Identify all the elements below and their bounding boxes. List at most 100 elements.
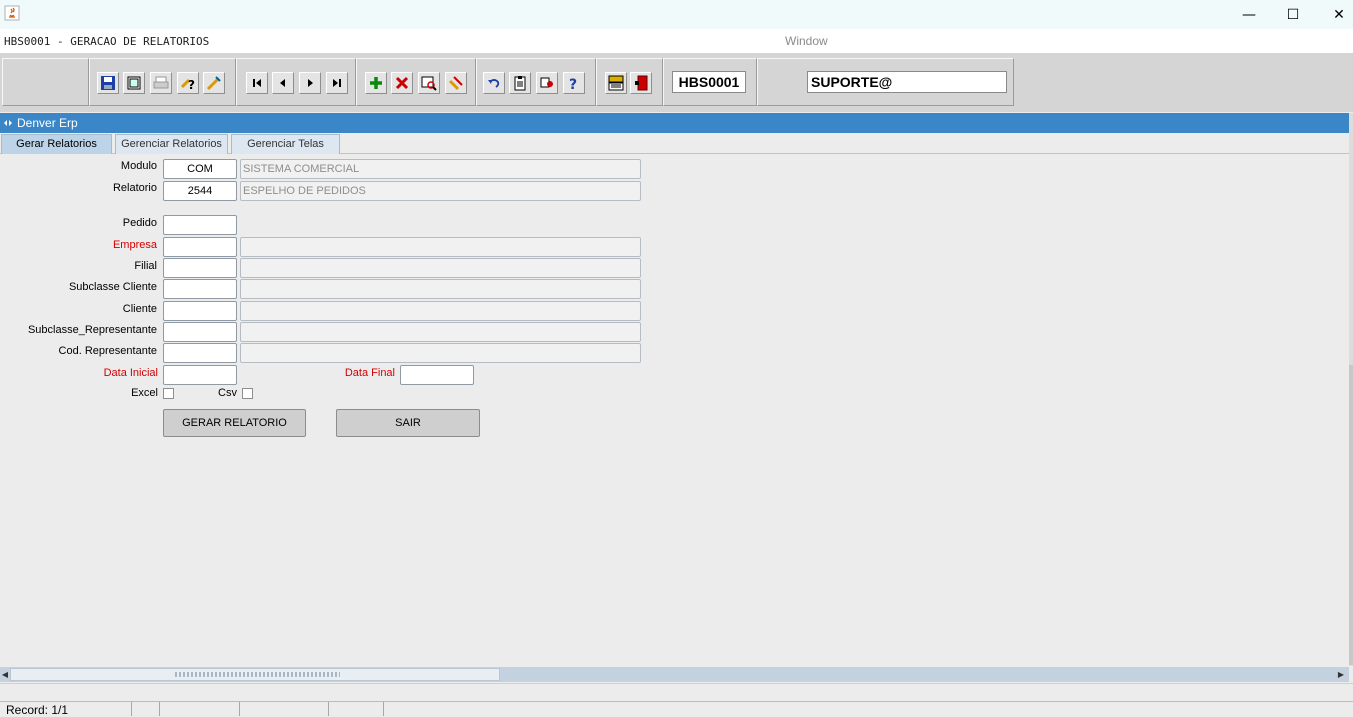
menu-icon <box>608 75 624 91</box>
excel-checkbox[interactable] <box>163 388 174 399</box>
last-record-button[interactable] <box>326 72 348 94</box>
delete-record-icon <box>395 76 409 90</box>
save-button[interactable] <box>97 72 119 94</box>
next-record-icon <box>308 79 313 87</box>
window-icon <box>127 76 141 90</box>
window-menu[interactable]: Window <box>785 34 828 48</box>
relatorio-label: Relatorio <box>112 182 157 194</box>
first-record-icon <box>253 79 261 87</box>
subclasse-representante-label: Subclasse_Representante <box>27 324 157 336</box>
insert-record-icon <box>370 77 382 89</box>
maximize-button[interactable]: ☐ <box>1270 0 1316 29</box>
filial-description <box>240 258 641 278</box>
sair-button[interactable]: SAIR <box>336 409 480 437</box>
svg-text:?: ? <box>569 77 577 91</box>
cod-representante-label: Cod. Representante <box>58 345 157 357</box>
minimize-button[interactable]: — <box>1226 0 1272 29</box>
search-record-icon <box>421 76 437 91</box>
excel-label: Excel <box>131 387 158 399</box>
data-final-label: Data Final <box>344 367 395 379</box>
close-button[interactable]: ✕ <box>1316 0 1353 29</box>
subclasse-representante-input[interactable] <box>163 322 237 342</box>
scroll-left-icon[interactable]: ◀ <box>0 668 10 681</box>
help-icon: ? <box>569 77 577 91</box>
settings-icon <box>540 77 553 88</box>
status-separator <box>383 702 384 716</box>
status-separator <box>328 702 329 716</box>
tab-gerar-relatorios[interactable]: Gerar Relatorios <box>1 134 112 154</box>
tab-gerenciar-relatorios[interactable]: Gerenciar Relatorios <box>115 134 228 154</box>
frame-title: Denver Erp <box>17 116 78 130</box>
window-button[interactable] <box>123 72 145 94</box>
title-bar <box>0 0 1353 29</box>
status-separator <box>159 702 160 716</box>
status-separator <box>239 702 240 716</box>
status-bar <box>0 701 1353 716</box>
edit-button[interactable] <box>203 72 225 94</box>
subclasse-cliente-description <box>240 279 641 299</box>
toolbar-panel <box>2 58 89 106</box>
empresa-input[interactable] <box>163 237 237 257</box>
csv-checkbox[interactable] <box>242 388 253 399</box>
subclasse-representante-description <box>240 322 641 342</box>
data-final-input[interactable] <box>400 365 474 385</box>
exit-button[interactable] <box>630 72 652 94</box>
clear-record-button[interactable] <box>445 72 467 94</box>
java-app-icon <box>4 5 20 21</box>
tab-gerenciar-telas[interactable]: Gerenciar Telas <box>231 134 340 154</box>
clipboard-button[interactable] <box>509 72 531 94</box>
data-inicial-label: Data Inicial <box>103 367 158 379</box>
filial-label: Filial <box>134 260 157 272</box>
modulo-code-input[interactable]: COM <box>163 159 237 179</box>
form-code-field: HBS0001 <box>672 71 746 93</box>
insert-record-button[interactable] <box>365 72 387 94</box>
undo-button[interactable] <box>483 72 505 94</box>
last-record-icon <box>333 79 341 87</box>
search-record-button[interactable] <box>418 72 440 94</box>
relatorio-description: ESPELHO DE PEDIDOS <box>240 181 641 201</box>
filial-input[interactable] <box>163 258 237 278</box>
clipboard-icon <box>514 76 526 91</box>
print-button[interactable] <box>150 72 172 94</box>
menu-button[interactable] <box>605 72 627 94</box>
record-status: Record: 1/1 <box>6 703 69 717</box>
next-record-button[interactable] <box>299 72 321 94</box>
collapse-icon[interactable] <box>3 118 13 128</box>
window-caption: HBS0001 - GERACAO DE RELATORIOS <box>4 35 210 48</box>
subclasse-cliente-input[interactable] <box>163 279 237 299</box>
csv-label: Csv <box>218 387 237 399</box>
previous-record-button[interactable] <box>272 72 294 94</box>
previous-record-icon <box>280 79 285 87</box>
edit-icon <box>206 76 221 91</box>
data-inicial-input[interactable] <box>163 365 237 385</box>
first-record-button[interactable] <box>246 72 268 94</box>
help-query-icon: ? <box>180 78 195 91</box>
cliente-description <box>240 301 641 321</box>
undo-icon <box>488 79 500 88</box>
help-query-button[interactable]: ? <box>177 72 199 94</box>
frame-header <box>0 113 1349 133</box>
gerar-relatorio-button[interactable]: GERAR RELATORIO <box>163 409 306 437</box>
save-icon <box>101 76 115 90</box>
help-button[interactable]: ? <box>563 72 585 94</box>
cod-representante-input[interactable] <box>163 343 237 363</box>
clear-record-icon <box>448 76 463 91</box>
pedido-label: Pedido <box>122 217 157 229</box>
cliente-input[interactable] <box>163 301 237 321</box>
subclasse-cliente-label: Subclasse Cliente <box>68 281 157 293</box>
modulo-description: SISTEMA COMERCIAL <box>240 159 641 179</box>
modulo-label: Modulo <box>120 160 157 172</box>
user-field: SUPORTE@ <box>807 71 1007 93</box>
svg-text:?: ? <box>188 78 195 91</box>
relatorio-code-input[interactable]: 2544 <box>163 181 237 201</box>
pedido-input[interactable] <box>163 215 237 235</box>
settings-button[interactable] <box>536 72 558 94</box>
empresa-description <box>240 237 641 257</box>
delete-record-button[interactable] <box>391 72 413 94</box>
cliente-label: Cliente <box>122 303 157 315</box>
exit-icon <box>635 75 648 91</box>
cod-representante-description <box>240 343 641 363</box>
empresa-label: Empresa <box>112 239 157 251</box>
scroll-right-icon[interactable]: ▶ <box>1336 668 1346 681</box>
vertical-scroll-thumb[interactable] <box>1349 365 1353 665</box>
